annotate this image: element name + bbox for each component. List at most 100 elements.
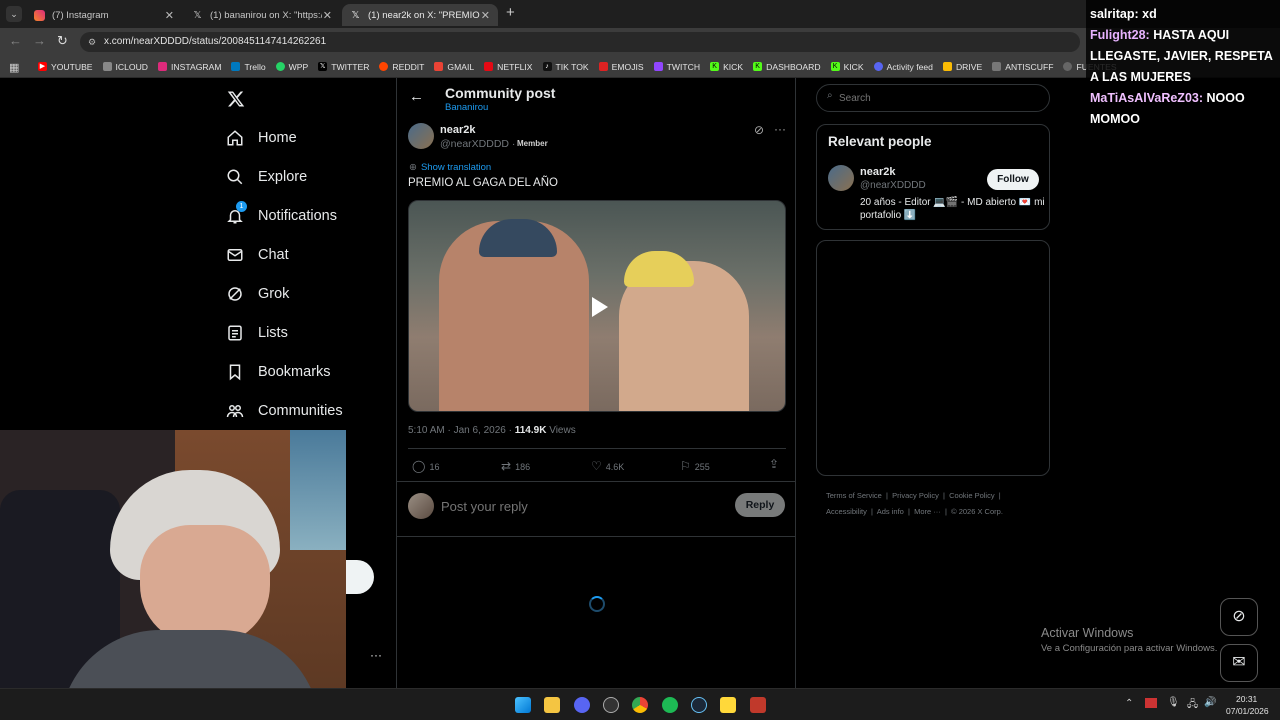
sidebar-item-notifications[interactable]: 1 Notifications (226, 201, 337, 225)
x-logo-icon[interactable] (227, 90, 245, 108)
bookmark-dashboard[interactable]: K DASHBOARD (753, 62, 821, 72)
sidebar-item-chat[interactable]: Chat (226, 246, 289, 264)
new-tab-button[interactable]: + (506, 4, 515, 21)
apps-grid-icon[interactable]: ▦ (9, 61, 19, 74)
bookmark-emojis[interactable]: EMOJIS (598, 62, 644, 72)
person-name[interactable]: near2k (860, 166, 895, 178)
search-input[interactable] (839, 90, 1039, 106)
footer-ads[interactable]: Ads info (877, 507, 904, 516)
sidebar-item-communities[interactable]: Communities (226, 402, 343, 420)
windows-taskbar: ⌃ 🎙 🖧 🔊 20:31 07/01/2026 (0, 688, 1280, 720)
forward-icon[interactable]: → (33, 33, 46, 48)
steam-icon[interactable] (691, 697, 707, 713)
network-icon[interactable]: 🖧 (1187, 697, 1198, 714)
tray-app-icon[interactable] (1145, 698, 1157, 708)
webcam-overlay (0, 430, 346, 720)
messages-float-button[interactable]: ✉ (1220, 644, 1258, 682)
bookmark-drive[interactable]: DRIVE (942, 62, 982, 72)
whatsapp-icon (275, 62, 285, 71)
bookmark-icon: ⚐ (680, 459, 691, 473)
bookmark-antiscuff[interactable]: ANTISCUFF (992, 62, 1053, 72)
footer-terms[interactable]: Terms of Service (826, 491, 882, 500)
bookmark-activity-feed[interactable]: Activity feed (873, 62, 933, 72)
sidebar-item-lists[interactable]: Lists (226, 324, 288, 342)
show-translation-link[interactable]: ⊕ Show translation (409, 162, 491, 173)
sidebar-item-grok[interactable]: Grok (226, 285, 289, 303)
stream-app-icon[interactable] (750, 697, 766, 713)
bookmark-instagram[interactable]: INSTAGRAM (158, 62, 221, 72)
sidebar-item-home[interactable]: Home (226, 129, 297, 147)
reply-input[interactable] (441, 496, 721, 516)
grok-icon: ⊘ (1232, 608, 1246, 625)
avatar[interactable] (408, 123, 434, 149)
grok-float-button[interactable]: ⊘ (1220, 598, 1258, 636)
tab-bananirou[interactable]: 𝕏 (1) bananirou on X: "https://t.co ✕ (184, 4, 340, 26)
community-link[interactable]: Bananirou (445, 102, 488, 113)
bookmark-twitter[interactable]: 𝕏 TWITTER (318, 62, 369, 72)
footer-more[interactable]: More ··· (914, 507, 941, 516)
back-arrow-icon[interactable]: ← (409, 88, 424, 105)
post-divider (408, 448, 786, 449)
site-info-icon[interactable]: ⚙ (88, 32, 96, 52)
discord-icon[interactable] (574, 697, 590, 713)
play-icon[interactable] (592, 297, 608, 317)
bookmark-icloud[interactable]: ICLOUD (102, 62, 148, 72)
bookmark-netflix[interactable]: NETFLIX (484, 62, 533, 72)
person-avatar[interactable] (828, 165, 854, 191)
author-name[interactable]: near2k (440, 124, 475, 136)
sticky-notes-icon[interactable] (720, 697, 736, 713)
repost-action[interactable]: ⇄ 186 (501, 459, 530, 473)
close-tab-icon[interactable]: ✕ (481, 9, 490, 22)
close-tab-icon[interactable]: ✕ (323, 9, 332, 22)
file-explorer-icon[interactable] (544, 697, 560, 713)
grok-icon[interactable]: ⊘ (754, 123, 764, 137)
home-icon (227, 130, 243, 146)
reload-icon[interactable]: ↻ (57, 33, 68, 49)
footer-cookie[interactable]: Cookie Policy (949, 491, 994, 500)
person-bio: 20 años - Editor 💻🎬 - MD abierto 💌 mi po… (860, 197, 1045, 221)
tab-near2k[interactable]: 𝕏 (1) near2k on X: "PREMIO AL GA ✕ (342, 4, 498, 26)
sidebar-item-bookmarks[interactable]: Bookmarks (226, 363, 331, 381)
reply-action[interactable]: ◯ 16 (412, 459, 439, 473)
spotify-icon[interactable] (662, 697, 678, 713)
bookmark-wpp[interactable]: WPP (275, 62, 308, 72)
person-handle[interactable]: @nearXDDDD (860, 180, 926, 191)
search-box[interactable]: ⌕ (816, 84, 1050, 112)
post-video[interactable] (408, 200, 786, 412)
back-icon[interactable]: ← (9, 33, 22, 48)
bookmark-youtube[interactable]: ▶ YOUTUBE (38, 62, 93, 72)
follow-button[interactable]: Follow (987, 169, 1039, 190)
post-text: PREMIO AL GAGA DEL AÑO (408, 177, 558, 189)
bookmark-trello[interactable]: Trello (231, 62, 266, 72)
reply-avatar (408, 493, 434, 519)
clock-time[interactable]: 20:31 (1236, 694, 1257, 704)
netflix-icon (484, 62, 494, 71)
bookmark-tiktok[interactable]: ♪ TIK TOK (542, 62, 589, 72)
windows-start-icon[interactable] (515, 697, 531, 713)
tab-search-chevron-icon[interactable]: ⌄ (6, 6, 22, 22)
bookmark-kick-2[interactable]: K KICK (830, 62, 864, 72)
sidebar-item-explore[interactable]: Explore (226, 168, 307, 186)
bookmark-twitch[interactable]: TWITCH (653, 62, 700, 72)
chrome-icon[interactable] (632, 697, 648, 713)
more-options-icon[interactable]: ··· (370, 648, 382, 662)
url-input[interactable]: ⚙ x.com/nearXDDDD/status/200845114741426… (80, 32, 1080, 52)
footer-accessibility[interactable]: Accessibility (826, 507, 867, 516)
obs-icon[interactable] (603, 697, 619, 713)
footer-privacy[interactable]: Privacy Policy (892, 491, 939, 500)
author-handle[interactable]: @nearXDDDD · (440, 138, 515, 150)
reply-button[interactable]: Reply (735, 493, 785, 517)
clock-date[interactable]: 07/01/2026 (1226, 706, 1269, 716)
bookmark-action[interactable]: ⚐ 255 (680, 459, 710, 473)
bookmark-gmail[interactable]: GMAIL (434, 62, 474, 72)
like-action[interactable]: ♡ 4.6K (591, 459, 624, 473)
tray-chevron-icon[interactable]: ⌃ (1125, 698, 1133, 709)
close-tab-icon[interactable]: ✕ (165, 9, 174, 22)
bookmark-reddit[interactable]: REDDIT (379, 62, 424, 72)
tab-instagram[interactable]: (7) Instagram ✕ (26, 4, 182, 26)
more-icon[interactable]: ··· (774, 122, 786, 136)
volume-icon[interactable]: 🔊 (1204, 697, 1216, 708)
share-icon[interactable]: ⇪ (769, 457, 779, 471)
bookmark-kick[interactable]: K KICK (710, 62, 743, 72)
microphone-icon[interactable]: 🎙 (1167, 697, 1180, 708)
